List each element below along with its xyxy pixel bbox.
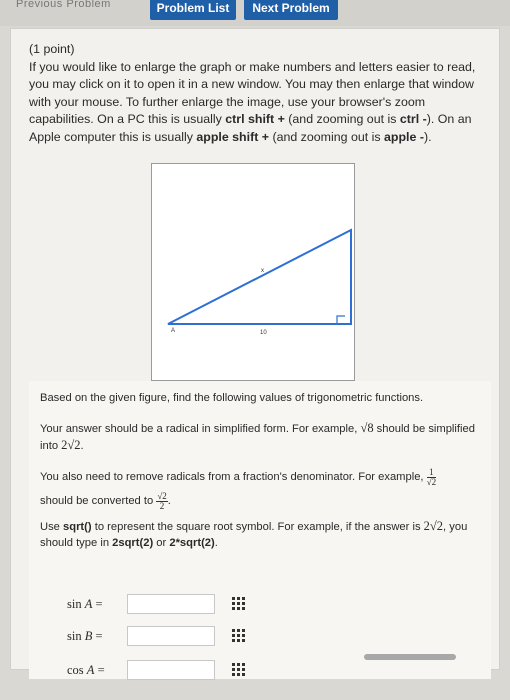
problem-list-button[interactable]: Problem List — [150, 0, 236, 20]
intro-end: ). — [423, 129, 432, 144]
side-ac-label: 10 — [260, 330, 267, 336]
triangle-shape — [167, 228, 352, 325]
mac-zoom-in-key: apple shift + — [196, 129, 269, 144]
next-problem-button[interactable]: Next Problem — [244, 0, 338, 20]
sqrt-or: or — [153, 537, 170, 549]
question-panel: Based on the given figure, find the foll… — [29, 381, 491, 680]
fn-name: cos — [67, 663, 84, 677]
top-nav-bar: Previous Problem Problem List Next Probl… — [0, 0, 510, 26]
mac-zoom-out-key: apple - — [384, 129, 424, 144]
intro-mid1: (and zooming out is — [284, 112, 400, 127]
rationalize-note: You also need to remove radicals from a … — [40, 465, 485, 513]
sin-b-input[interactable] — [127, 626, 215, 646]
sqrt-end: . — [214, 537, 218, 549]
horizontal-scrollbar[interactable] — [364, 654, 456, 660]
answer-label-sin-b: sin B = — [67, 629, 103, 643]
pc-zoom-in-key: ctrl shift + — [225, 112, 285, 127]
side-ab-label: x — [261, 268, 264, 274]
fn-name: sin — [67, 597, 82, 611]
simplify-note: Your answer should be a radical in simpl… — [40, 420, 480, 454]
problem-card: (1 point) If you would like to enlarge t… — [10, 28, 500, 680]
intro-text: (1 point) If you would like to enlarge t… — [29, 41, 491, 147]
rationalize-text: You also need to remove radicals from a … — [40, 471, 424, 483]
frac-out-den: 2 — [159, 500, 165, 511]
answer-label-sin-a: sin A = — [67, 597, 103, 611]
simplify-example-out: 2√2 — [61, 438, 81, 452]
equation-editor-icon[interactable] — [231, 628, 247, 644]
intro-mid3: (and zooming out is — [269, 129, 385, 144]
fn-name: sin — [67, 629, 82, 643]
vertex-a-label: A — [171, 328, 175, 334]
var-name: A — [84, 597, 93, 611]
equation-editor-icon[interactable] — [231, 662, 247, 678]
triangle-figure[interactable]: A B C 10 9 x — [151, 163, 355, 381]
equation-editor-icon[interactable] — [231, 596, 247, 612]
var-name: A — [86, 663, 95, 677]
sqrt-type2: 2*sqrt(2) — [169, 537, 215, 549]
var-name: B — [84, 629, 93, 643]
frac-den: √2 — [426, 476, 437, 487]
right-angle-marker — [336, 315, 345, 324]
answer-label-cos-a: cos A = — [67, 663, 105, 677]
sqrt-func: sqrt() — [63, 521, 92, 533]
simplify-example-in: √8 — [360, 421, 374, 435]
sqrt-example: 2√2 — [423, 519, 444, 533]
sqrt-type1: 2sqrt(2) — [112, 537, 154, 549]
sin-a-input[interactable] — [127, 594, 215, 614]
simplify-text: Your answer should be a radical in simpl… — [40, 423, 361, 435]
sqrt-note: Use sqrt() to represent the square root … — [40, 518, 480, 551]
points-label: (1 point) — [29, 42, 75, 56]
instruction-text: Based on the given figure, find the foll… — [40, 392, 424, 404]
triangle-svg: A B C 10 9 x — [167, 228, 352, 336]
pc-zoom-out-key: ctrl - — [399, 112, 427, 127]
rationalize-example-out: √2 2 — [156, 491, 168, 511]
rationalize-example-in: 1 √2 — [426, 467, 437, 487]
sqrt-text: Use — [40, 521, 64, 533]
cos-a-input[interactable] — [127, 660, 215, 680]
rationalize-end: . — [167, 495, 171, 507]
rationalize-mid: should be converted to — [40, 495, 154, 507]
simplify-end: . — [80, 440, 84, 452]
sqrt-mid: to represent the square root symbol. For… — [91, 521, 424, 533]
previous-problem-link[interactable]: Previous Problem — [16, 0, 111, 10]
